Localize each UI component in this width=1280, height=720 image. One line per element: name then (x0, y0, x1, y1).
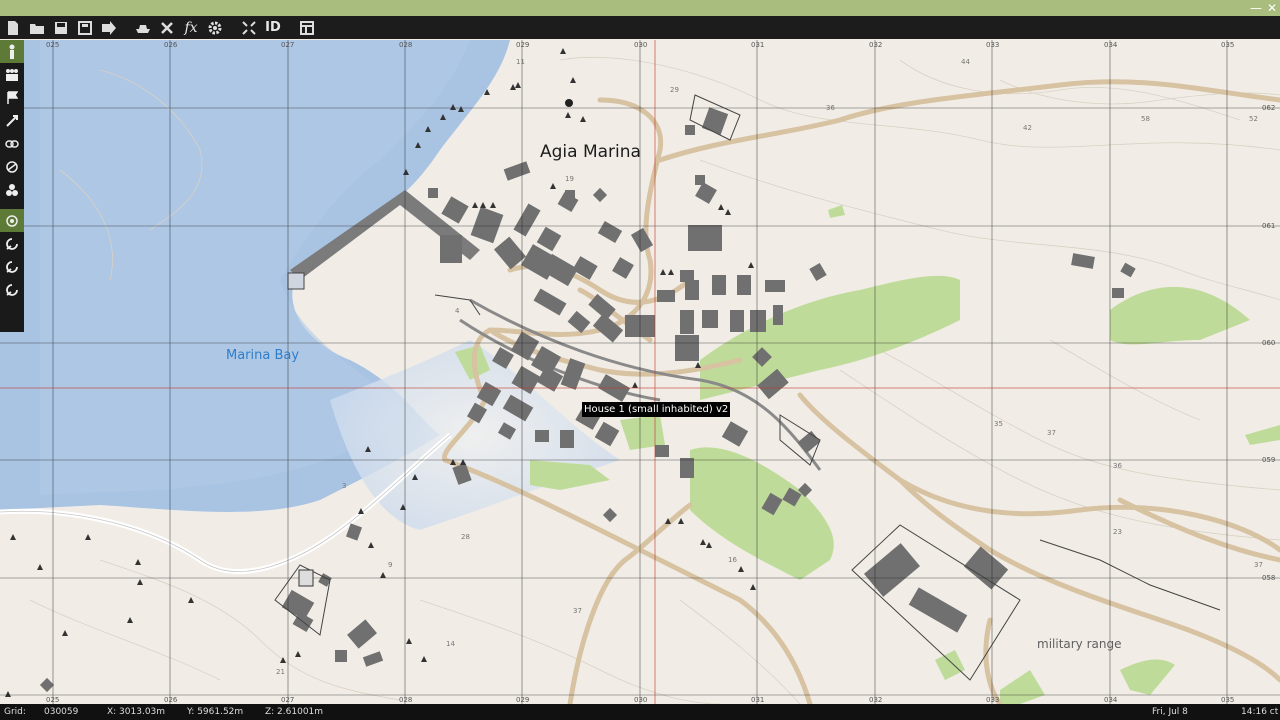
x-coordinate: X: 3013.03m (107, 707, 166, 717)
elevation-label: 36 (826, 104, 835, 112)
bay-label: Marina Bay (226, 348, 300, 363)
grid-value: 030059 (44, 707, 79, 717)
grid-tick-right: 058 (1262, 574, 1276, 582)
elevation-label: 11 (516, 58, 525, 66)
elevation-label: 4 (455, 307, 460, 315)
grid-tick-top: 031 (751, 41, 765, 49)
elevation-label: 37 (1047, 429, 1056, 437)
tools-icon[interactable] (156, 18, 178, 38)
elevation-label: 35 (994, 420, 1003, 428)
group-icon[interactable] (0, 63, 24, 86)
system-icon[interactable] (0, 178, 24, 201)
elevation-label: 16 (728, 556, 737, 564)
grid-tick-bottom: 028 (399, 696, 413, 704)
map-canvas (0, 40, 1280, 704)
time-display: 14:16 ct (1241, 707, 1279, 717)
elevation-label: 23 (1113, 528, 1122, 536)
military-range-label: military range (1037, 637, 1122, 651)
grid-tick-bottom: 027 (281, 696, 295, 704)
layer-d-icon[interactable] (0, 278, 24, 301)
grid-label: Grid: (4, 707, 26, 717)
grid-tick-top: 035 (1221, 41, 1235, 49)
elevation-label: 19 (565, 175, 574, 183)
save-as-icon[interactable] (74, 18, 96, 38)
grid-tick-top: 025 (46, 41, 60, 49)
grid-tick-top: 029 (516, 41, 530, 49)
elevation-label: 29 (670, 86, 679, 94)
elevation-label: 37 (1254, 561, 1263, 569)
unit-icon[interactable] (0, 40, 24, 63)
grid-tick-bottom: 031 (751, 696, 765, 704)
marker-icon[interactable] (0, 155, 24, 178)
grid-tick-bottom: 032 (869, 696, 883, 704)
grid-tick-top: 034 (1104, 41, 1118, 49)
editor-sidebar (0, 40, 24, 332)
new-file-icon[interactable] (2, 18, 24, 38)
grid-tick-bottom: 030 (634, 696, 648, 704)
layer-a-icon[interactable] (0, 209, 24, 232)
waypoint-icon[interactable] (0, 86, 24, 109)
elevation-label: 52 (1249, 115, 1258, 123)
grid-tick-bottom: 035 (1221, 696, 1235, 704)
y-coordinate: Y: 5961.52m (187, 707, 244, 717)
minimize-button[interactable]: — (1249, 0, 1263, 16)
elevation-label: 21 (276, 668, 285, 676)
layer-c-icon[interactable] (0, 255, 24, 278)
grid-tick-right: 060 (1262, 339, 1276, 347)
title-bar: — ✕ (0, 0, 1280, 16)
date-display: Fri, Jul 8 (1152, 707, 1188, 717)
open-folder-icon[interactable] (26, 18, 48, 38)
grid-tick-top: 032 (869, 41, 883, 49)
layer-b-icon[interactable] (0, 232, 24, 255)
elevation-label: 58 (1141, 115, 1150, 123)
object-tooltip: House 1 (small inhabited) v2 (582, 402, 731, 417)
functions-icon[interactable]: fx (180, 18, 202, 38)
map-view[interactable]: Agia Marina Marina Bay military range Ho… (0, 40, 1280, 704)
elevation-label: 2 (310, 264, 315, 272)
grid-tick-right: 062 (1262, 104, 1276, 112)
link-icon[interactable] (0, 132, 24, 155)
elevation-label: 44 (961, 58, 970, 66)
save-icon[interactable] (50, 18, 72, 38)
module-icon[interactable] (0, 109, 24, 132)
grid-tick-bottom: 025 (46, 696, 60, 704)
elevation-label: 42 (1023, 124, 1032, 132)
grid-tick-top: 026 (164, 41, 178, 49)
grid-tick-bottom: 026 (164, 696, 178, 704)
id-icon[interactable]: ID (262, 18, 284, 38)
layout-icon[interactable] (296, 18, 318, 38)
vehicle-icon[interactable] (132, 18, 154, 38)
town-label: Agia Marina (540, 142, 641, 162)
elevation-label: 28 (461, 533, 470, 541)
elevation-label: 14 (446, 640, 455, 648)
elevation-label: 3 (342, 482, 347, 490)
grid-tick-top: 033 (986, 41, 1000, 49)
grid-tick-bottom: 029 (516, 696, 530, 704)
elevation-label: 37 (573, 607, 582, 615)
main-toolbar: fx ID (0, 16, 1280, 39)
status-bar: Grid: 030059 X: 3013.03m Y: 5961.52m Z: … (0, 704, 1280, 720)
grid-tick-top: 030 (634, 41, 648, 49)
z-coordinate: Z: 2.61001m (265, 707, 324, 717)
close-button[interactable]: ✕ (1265, 0, 1279, 16)
grid-tick-bottom: 033 (986, 696, 1000, 704)
grid-tick-top: 028 (399, 41, 413, 49)
grid-tick-right: 059 (1262, 456, 1276, 464)
grid-tick-top: 027 (281, 41, 295, 49)
settings-icon[interactable] (204, 18, 226, 38)
elevation-label: 9 (388, 561, 393, 569)
grid-tick-bottom: 034 (1104, 696, 1118, 704)
grid-tick-right: 061 (1262, 222, 1276, 230)
fullscreen-icon[interactable] (238, 18, 260, 38)
elevation-label: 36 (1113, 462, 1122, 470)
export-icon[interactable] (98, 18, 120, 38)
